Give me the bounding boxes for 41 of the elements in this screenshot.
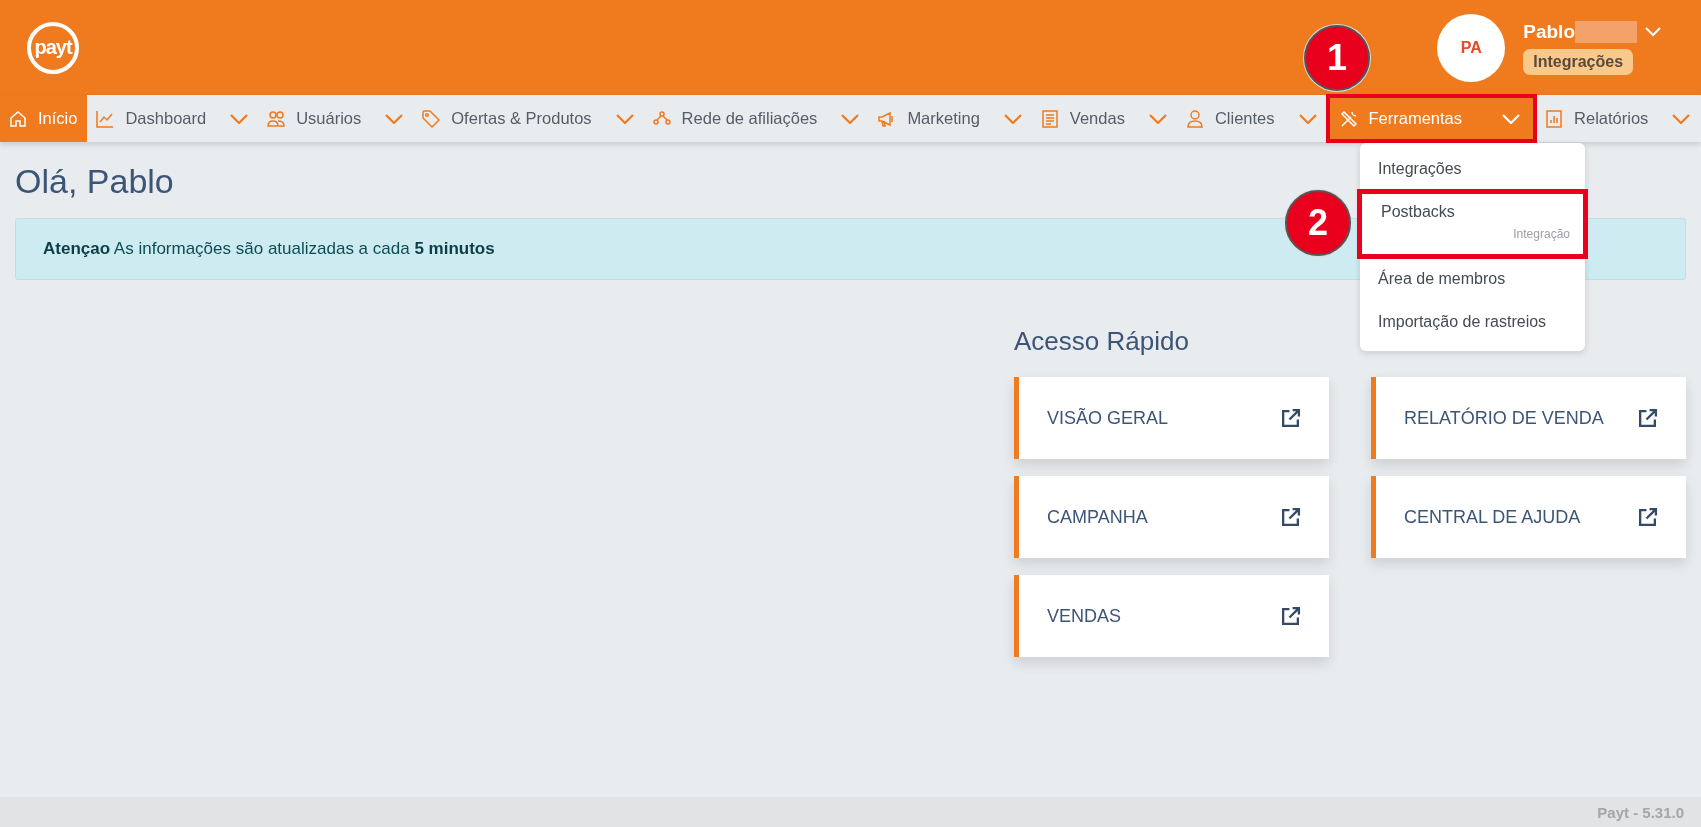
- nav-tab[interactable]: Rede de afiliações: [643, 95, 870, 142]
- quick-access-card[interactable]: VISÃO GERAL: [1014, 377, 1329, 459]
- users-icon: [266, 108, 287, 129]
- menu-item-label: Postbacks: [1381, 203, 1456, 221]
- menu-item-note: Integração: [1513, 227, 1570, 241]
- external-link-icon: [1280, 506, 1301, 528]
- home-icon: [8, 108, 28, 129]
- nav-tab[interactable]: Vendas: [1031, 95, 1177, 142]
- menu-item[interactable]: Integrações: [1357, 149, 1588, 189]
- quick-access-card[interactable]: RELATÓRIO DE VENDA: [1371, 377, 1686, 459]
- chart-icon: [95, 108, 116, 129]
- tools-icon: [1338, 108, 1359, 129]
- nav-tab[interactable]: Relatórios: [1536, 95, 1701, 142]
- role-badge: Integrações: [1523, 48, 1634, 75]
- redaction-block: [1575, 20, 1637, 43]
- tag-icon: [421, 108, 442, 129]
- external-link-icon: [1637, 407, 1658, 429]
- external-link-icon: [1280, 407, 1301, 429]
- menu-item-label: Importação de rastreios: [1378, 313, 1548, 331]
- user-icon: [1184, 108, 1205, 129]
- nav-tab[interactable]: Dashboard: [87, 95, 259, 142]
- external-link-icon: [1280, 605, 1301, 627]
- step-marker: 2: [1285, 190, 1351, 256]
- menu-item-label: Integrações: [1378, 160, 1463, 178]
- version-text: Payt - 5.31.0: [1597, 803, 1684, 821]
- greeting-heading: Olá, Pablo: [15, 162, 174, 201]
- user-avatar[interactable]: PA: [1437, 13, 1506, 82]
- quick-access-card[interactable]: VENDAS: [1014, 575, 1329, 657]
- nav-tab[interactable]: Ofertas & Produtos: [413, 95, 644, 142]
- bars-icon: [1544, 108, 1565, 129]
- nav-tab[interactable]: Usuários: [258, 95, 414, 142]
- quick-access-card[interactable]: CENTRAL DE AJUDA: [1371, 476, 1686, 558]
- section-heading: Acesso Rápido: [1014, 326, 1189, 357]
- menu-item[interactable]: Importação de rastreios: [1357, 299, 1588, 345]
- nav-tab[interactable]: Clientes: [1176, 95, 1327, 142]
- nav-tab[interactable]: Marketing: [869, 95, 1032, 142]
- external-link-icon: [1637, 506, 1658, 528]
- receipt-icon: [1039, 108, 1060, 129]
- user-name: Pablo: [1523, 20, 1575, 43]
- chevron-down-icon[interactable]: [1645, 26, 1661, 37]
- quick-access-card[interactable]: CAMPANHA: [1014, 476, 1329, 558]
